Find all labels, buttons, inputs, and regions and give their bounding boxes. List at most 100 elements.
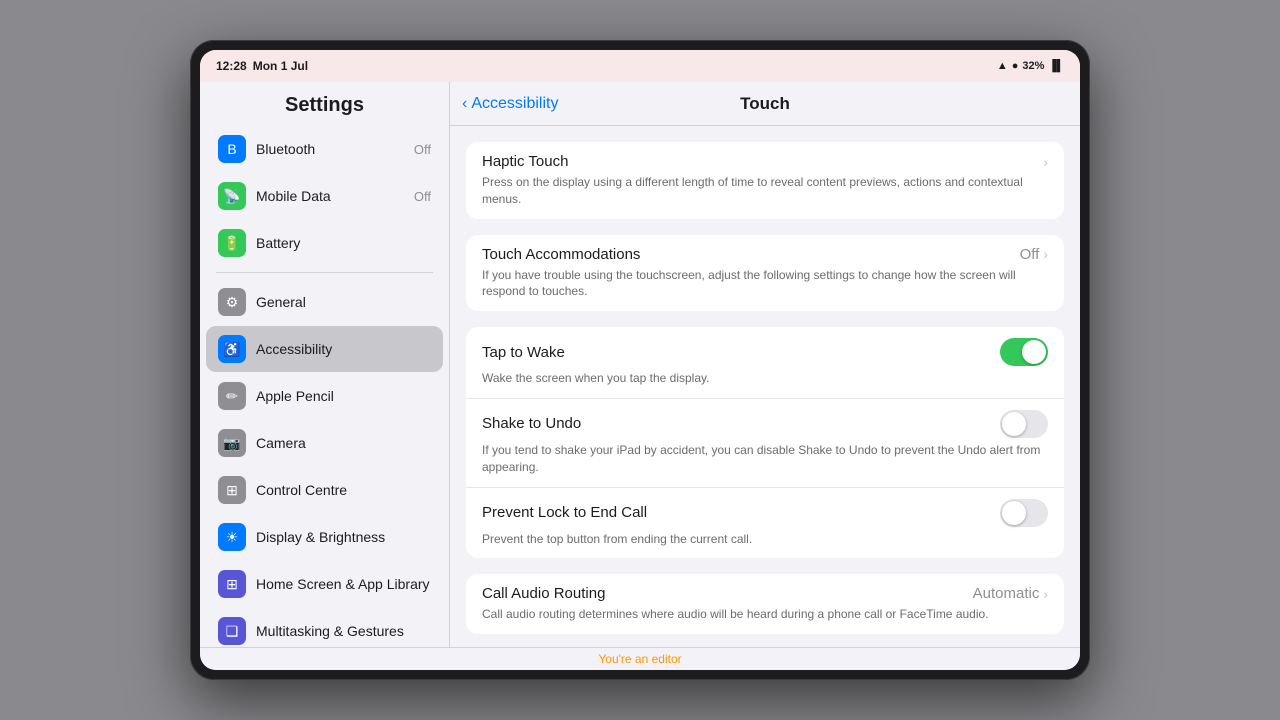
status-time: 12:28 — [216, 59, 247, 73]
mobile-data-icon: 📡 — [218, 182, 246, 210]
haptic-touch-chevron-icon: › — [1043, 154, 1048, 170]
divider-1 — [216, 272, 433, 273]
sidebar-item-accessibility[interactable]: ♿ Accessibility — [206, 326, 443, 372]
accessibility-icon: ♿ — [218, 335, 246, 363]
prevent-lock-title: Prevent Lock to End Call — [482, 504, 647, 521]
camera-icon: 📷 — [218, 429, 246, 457]
status-bar-left: 12:28 Mon 1 Jul — [216, 59, 308, 73]
sidebar-value-bluetooth: Off — [414, 142, 431, 157]
call-audio-header: Call Audio Routing Automatic › — [482, 585, 1048, 602]
sidebar-item-multitasking[interactable]: ❑ Multitasking & Gestures — [206, 608, 443, 647]
haptic-touch-header: Haptic Touch › — [482, 153, 1048, 170]
settings-group-touch-acc: Touch Accommodations Off › If you have t… — [466, 235, 1064, 312]
battery-percent: 32% — [1022, 60, 1044, 72]
sidebar-item-control-centre[interactable]: ⊞ Control Centre — [206, 467, 443, 513]
settings-row-call-audio[interactable]: Call Audio Routing Automatic › Call audi… — [466, 574, 1064, 634]
status-date: Mon 1 Jul — [253, 59, 308, 73]
call-audio-auto-label: Automatic — [973, 585, 1040, 602]
sidebar-item-apple-pencil[interactable]: ✏ Apple Pencil — [206, 373, 443, 419]
sidebar-label-camera: Camera — [256, 435, 431, 451]
signal-icon: ● — [1012, 60, 1019, 72]
status-bar-right: ▲ ● 32% ▐▌ — [997, 60, 1064, 72]
tap-wake-title: Tap to Wake — [482, 344, 565, 361]
haptic-touch-value: › — [1043, 154, 1048, 170]
touch-acc-off-label: Off — [1020, 246, 1040, 263]
detail-title: Touch — [740, 94, 790, 114]
ipad-frame: 12:28 Mon 1 Jul ▲ ● 32% ▐▌ Settings B Bl… — [190, 40, 1090, 680]
settings-row-shake-undo: Shake to Undo If you tend to shake your … — [466, 399, 1064, 488]
sidebar-item-display-brightness[interactable]: ☀ Display & Brightness — [206, 514, 443, 560]
sidebar-item-mobile-data[interactable]: 📡 Mobile Data Off — [206, 173, 443, 219]
tap-wake-toggle[interactable] — [1000, 338, 1048, 366]
touch-acc-header: Touch Accommodations Off › — [482, 246, 1048, 263]
touch-acc-chevron-icon: › — [1043, 246, 1048, 262]
battery-sidebar-icon: 🔋 — [218, 229, 246, 257]
general-icon: ⚙ — [218, 288, 246, 316]
tap-wake-toggle-knob — [1022, 340, 1046, 364]
haptic-touch-desc: Press on the display using a different l… — [482, 174, 1048, 208]
settings-row-tap-to-wake: Tap to Wake Wake the screen when you tap… — [466, 327, 1064, 399]
touch-acc-desc: If you have trouble using the touchscree… — [482, 267, 1048, 301]
tap-wake-header: Tap to Wake — [482, 338, 1048, 366]
call-audio-value: Automatic › — [973, 585, 1048, 602]
call-audio-title: Call Audio Routing — [482, 585, 605, 602]
control-centre-icon: ⊞ — [218, 476, 246, 504]
touch-acc-value: Off › — [1020, 246, 1048, 263]
detail-nav-bar: ‹ Accessibility Touch — [450, 82, 1080, 126]
wifi-icon: ▲ — [997, 60, 1008, 72]
settings-group-call-audio: Call Audio Routing Automatic › Call audi… — [466, 574, 1064, 634]
call-audio-desc: Call audio routing determines where audi… — [482, 606, 1048, 623]
sidebar-item-home-screen[interactable]: ⊞ Home Screen & App Library — [206, 561, 443, 607]
haptic-touch-title: Haptic Touch — [482, 153, 568, 170]
detail-content: Haptic Touch › Press on the display usin… — [450, 126, 1080, 647]
sidebar-label-mobile-data: Mobile Data — [256, 188, 404, 204]
prevent-lock-toggle-knob — [1002, 501, 1026, 525]
sidebar-label-home-screen: Home Screen & App Library — [256, 576, 431, 592]
settings-row-touch-accommodations[interactable]: Touch Accommodations Off › If you have t… — [466, 235, 1064, 312]
sidebar-label-general: General — [256, 294, 431, 310]
back-button[interactable]: ‹ Accessibility — [462, 95, 558, 113]
shake-undo-toggle-knob — [1002, 412, 1026, 436]
call-audio-chevron-icon: › — [1043, 586, 1048, 602]
shake-undo-desc: If you tend to shake your iPad by accide… — [482, 442, 1048, 476]
main-content: Settings B Bluetooth Off 📡 Mobile Data O… — [200, 82, 1080, 647]
sidebar-label-display: Display & Brightness — [256, 529, 431, 545]
shake-undo-header: Shake to Undo — [482, 410, 1048, 438]
sidebar-item-bluetooth[interactable]: B Bluetooth Off — [206, 126, 443, 172]
sidebar-item-camera[interactable]: 📷 Camera — [206, 420, 443, 466]
sidebar-label-apple-pencil: Apple Pencil — [256, 388, 431, 404]
settings-row-haptic-touch[interactable]: Haptic Touch › Press on the display usin… — [466, 142, 1064, 219]
sidebar-label-multitasking: Multitasking & Gestures — [256, 623, 431, 639]
bluetooth-icon: B — [218, 135, 246, 163]
back-chevron-icon: ‹ — [462, 95, 467, 113]
shake-undo-title: Shake to Undo — [482, 415, 581, 432]
sidebar-label-bluetooth: Bluetooth — [256, 141, 404, 157]
bottom-bar-label: You're an editor — [598, 652, 681, 666]
display-icon: ☀ — [218, 523, 246, 551]
settings-group-toggles: Tap to Wake Wake the screen when you tap… — [466, 327, 1064, 558]
prevent-lock-toggle[interactable] — [1000, 499, 1048, 527]
bottom-bar: You're an editor — [200, 647, 1080, 670]
prevent-lock-header: Prevent Lock to End Call — [482, 499, 1048, 527]
sidebar: Settings B Bluetooth Off 📡 Mobile Data O… — [200, 82, 450, 647]
tap-wake-desc: Wake the screen when you tap the display… — [482, 370, 1048, 387]
detail-panel: ‹ Accessibility Touch Haptic Touch › — [450, 82, 1080, 647]
ipad-screen: 12:28 Mon 1 Jul ▲ ● 32% ▐▌ Settings B Bl… — [200, 50, 1080, 670]
sidebar-title: Settings — [200, 82, 449, 125]
sidebar-value-mobile-data: Off — [414, 189, 431, 204]
sidebar-item-battery[interactable]: 🔋 Battery — [206, 220, 443, 266]
sidebar-label-battery: Battery — [256, 235, 431, 251]
shake-undo-toggle[interactable] — [1000, 410, 1048, 438]
multitasking-icon: ❑ — [218, 617, 246, 645]
settings-row-prevent-lock: Prevent Lock to End Call Prevent the top… — [466, 488, 1064, 559]
status-bar: 12:28 Mon 1 Jul ▲ ● 32% ▐▌ — [200, 50, 1080, 82]
sidebar-label-control-centre: Control Centre — [256, 482, 431, 498]
settings-group-haptic: Haptic Touch › Press on the display usin… — [466, 142, 1064, 219]
battery-icon: ▐▌ — [1048, 60, 1064, 72]
sidebar-label-accessibility: Accessibility — [256, 341, 431, 357]
apple-pencil-icon: ✏ — [218, 382, 246, 410]
home-screen-icon: ⊞ — [218, 570, 246, 598]
touch-acc-title: Touch Accommodations — [482, 246, 640, 263]
sidebar-item-general[interactable]: ⚙ General — [206, 279, 443, 325]
prevent-lock-desc: Prevent the top button from ending the c… — [482, 531, 1048, 548]
